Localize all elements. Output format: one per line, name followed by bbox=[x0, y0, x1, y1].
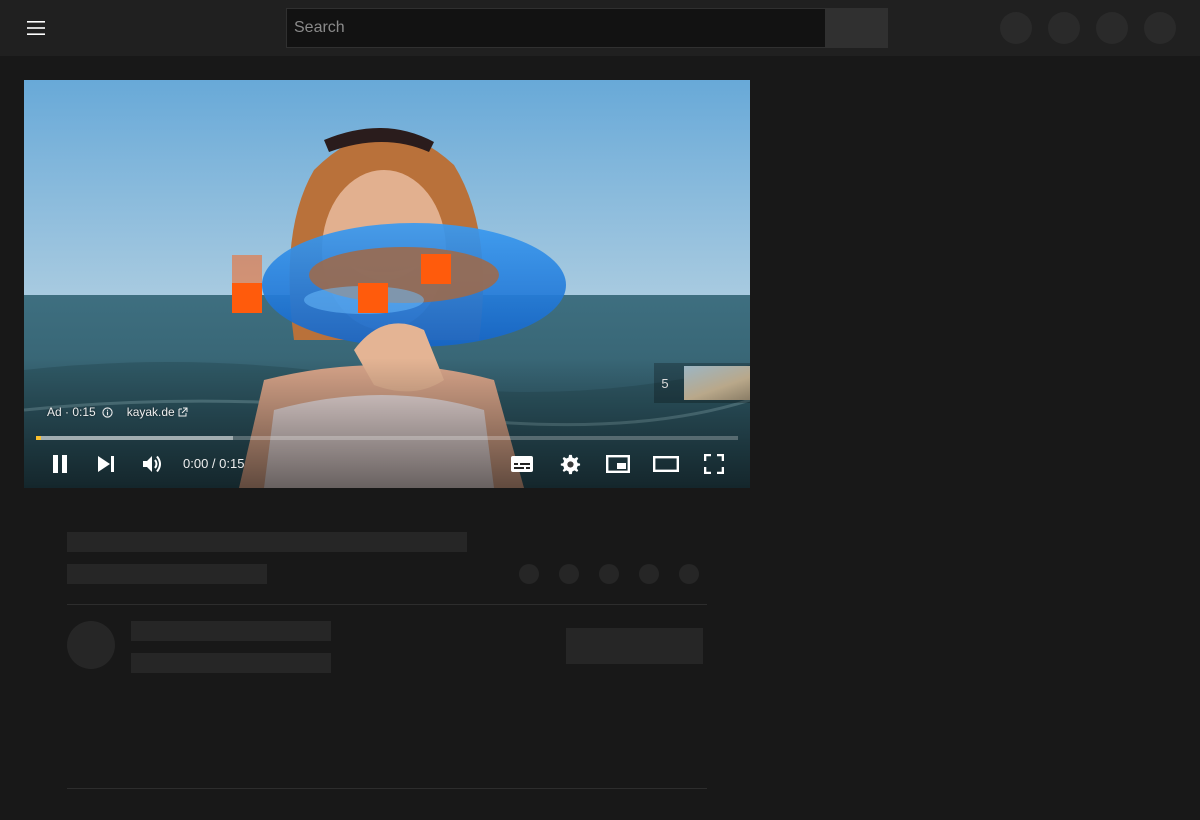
action-placeholder bbox=[559, 564, 579, 584]
pause-icon bbox=[53, 455, 67, 473]
search-input[interactable] bbox=[286, 8, 825, 48]
subscriber-count-placeholder bbox=[131, 653, 331, 673]
next-video-thumbnail bbox=[684, 366, 750, 400]
fullscreen-icon bbox=[704, 454, 724, 474]
views-placeholder bbox=[67, 564, 267, 584]
overlay-marker bbox=[421, 254, 451, 284]
progress-buffered bbox=[36, 436, 233, 440]
search-button[interactable] bbox=[825, 8, 888, 48]
info-icon[interactable] bbox=[102, 406, 113, 418]
volume-icon bbox=[143, 455, 161, 473]
settings-button[interactable] bbox=[554, 448, 586, 480]
header-action-button[interactable] bbox=[1000, 12, 1032, 44]
advertiser-link[interactable]: kayak.de bbox=[127, 405, 188, 419]
action-placeholder bbox=[679, 564, 699, 584]
divider bbox=[67, 788, 707, 789]
menu-icon bbox=[27, 21, 45, 35]
theater-mode-button[interactable] bbox=[650, 448, 682, 480]
header-action-button[interactable] bbox=[1048, 12, 1080, 44]
masthead bbox=[0, 0, 1200, 56]
overlay-marker bbox=[358, 283, 388, 313]
progress-played bbox=[36, 436, 41, 440]
header-action-button[interactable] bbox=[1096, 12, 1128, 44]
advertiser-name: kayak.de bbox=[126, 405, 175, 419]
overlay-marker bbox=[232, 283, 262, 313]
mute-button[interactable] bbox=[137, 448, 169, 480]
action-placeholder bbox=[599, 564, 619, 584]
next-icon bbox=[98, 456, 114, 472]
skip-countdown: 5 bbox=[661, 375, 669, 391]
overlay-marker bbox=[232, 255, 262, 283]
action-placeholder bbox=[519, 564, 539, 584]
external-link-icon bbox=[178, 407, 188, 417]
channel-name-placeholder bbox=[131, 621, 331, 641]
channel-avatar-placeholder bbox=[67, 621, 115, 669]
pause-button[interactable] bbox=[44, 448, 76, 480]
fullscreen-button[interactable] bbox=[698, 448, 730, 480]
miniplayer-button[interactable] bbox=[602, 448, 634, 480]
progress-bar[interactable] bbox=[36, 436, 738, 440]
theater-icon bbox=[653, 456, 679, 472]
guide-menu-button[interactable] bbox=[20, 12, 52, 44]
next-button[interactable] bbox=[90, 448, 122, 480]
settings-icon bbox=[560, 454, 581, 475]
ad-badge: Ad · 0:15 bbox=[47, 405, 96, 419]
video-player[interactable]: Ad · 0:15 kayak.de 5 0:00 / 0:15 bbox=[24, 80, 750, 488]
action-placeholder bbox=[639, 564, 659, 584]
ad-info: Ad · 0:15 kayak.de bbox=[47, 405, 188, 419]
avatar[interactable] bbox=[1144, 12, 1176, 44]
divider bbox=[67, 604, 707, 605]
controls-gradient bbox=[24, 358, 750, 488]
subtitles-button[interactable] bbox=[506, 448, 538, 480]
title-placeholder bbox=[67, 532, 467, 552]
miniplayer-icon bbox=[606, 455, 630, 473]
time-display: 0:00 / 0:15 bbox=[183, 456, 245, 471]
skip-ad-preview[interactable]: 5 bbox=[654, 363, 750, 403]
subtitles-icon bbox=[511, 456, 533, 472]
subscribe-button-placeholder bbox=[566, 628, 703, 664]
